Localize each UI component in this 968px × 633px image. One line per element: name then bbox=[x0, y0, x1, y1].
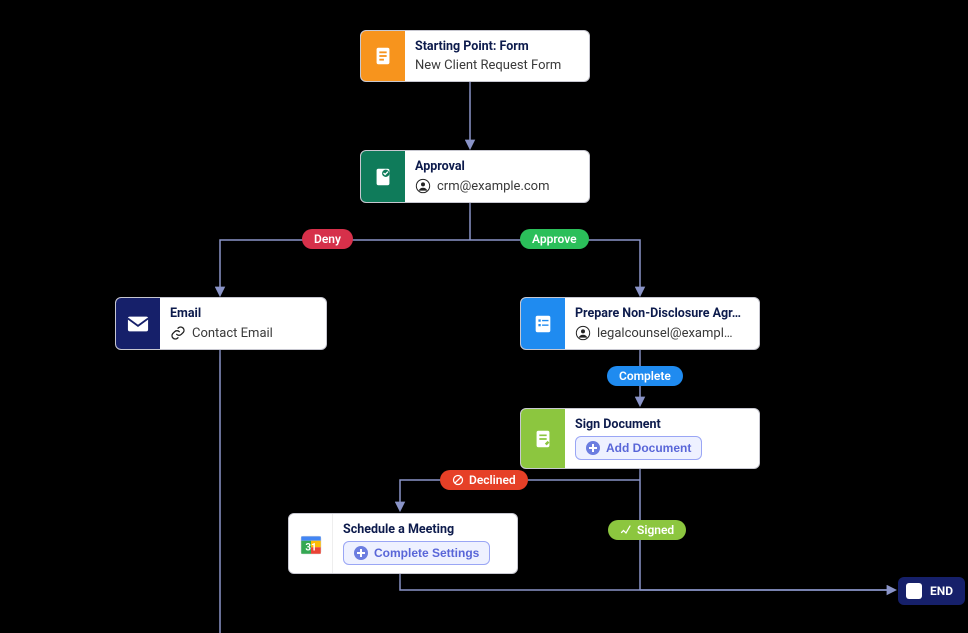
form-icon bbox=[361, 31, 405, 81]
task-list-icon bbox=[521, 298, 565, 349]
node-subtitle: Contact Email bbox=[170, 325, 273, 341]
workflow-canvas: Starting Point: Form New Client Request … bbox=[0, 0, 968, 633]
approval-icon bbox=[361, 151, 405, 202]
node-email[interactable]: Email Contact Email bbox=[115, 297, 327, 350]
node-end[interactable]: END bbox=[898, 577, 965, 605]
plus-icon bbox=[586, 441, 600, 455]
badge-approve: Approve bbox=[520, 229, 589, 249]
node-title: Prepare Non-Disclosure Agr… bbox=[575, 306, 741, 321]
declined-icon bbox=[452, 474, 464, 486]
calendar-icon: 31 bbox=[289, 514, 333, 573]
link-icon bbox=[170, 325, 186, 341]
node-title: Sign Document bbox=[575, 417, 702, 432]
node-schedule-meeting[interactable]: 31 Schedule a Meeting Complete Settings bbox=[288, 513, 518, 574]
user-icon bbox=[415, 178, 431, 194]
complete-settings-button[interactable]: Complete Settings bbox=[343, 541, 490, 565]
svg-text:31: 31 bbox=[305, 542, 316, 553]
email-icon bbox=[116, 298, 160, 349]
badge-declined: Declined bbox=[440, 470, 528, 490]
badge-signed: Signed bbox=[608, 520, 686, 540]
badge-deny: Deny bbox=[302, 229, 353, 249]
plus-icon bbox=[354, 546, 368, 560]
node-subtitle: crm@example.com bbox=[415, 178, 550, 194]
node-title: Approval bbox=[415, 159, 550, 174]
node-subtitle: legalcounsel@exampl… bbox=[575, 325, 741, 341]
node-start-form[interactable]: Starting Point: Form New Client Request … bbox=[360, 30, 590, 82]
user-icon bbox=[575, 325, 591, 341]
add-document-button[interactable]: Add Document bbox=[575, 436, 702, 460]
end-label: END bbox=[930, 584, 953, 598]
node-title: Email bbox=[170, 306, 273, 321]
node-title: Schedule a Meeting bbox=[343, 522, 490, 537]
node-approval[interactable]: Approval crm@example.com bbox=[360, 150, 590, 203]
sign-document-icon bbox=[521, 409, 565, 468]
node-subtitle: New Client Request Form bbox=[415, 58, 561, 73]
signed-icon bbox=[620, 524, 632, 536]
badge-complete: Complete bbox=[607, 366, 683, 386]
node-prepare-nda[interactable]: Prepare Non-Disclosure Agr… legalcounsel… bbox=[520, 297, 760, 350]
stop-icon bbox=[906, 583, 922, 599]
node-sign-document[interactable]: Sign Document Add Document bbox=[520, 408, 760, 469]
node-title: Starting Point: Form bbox=[415, 39, 561, 54]
